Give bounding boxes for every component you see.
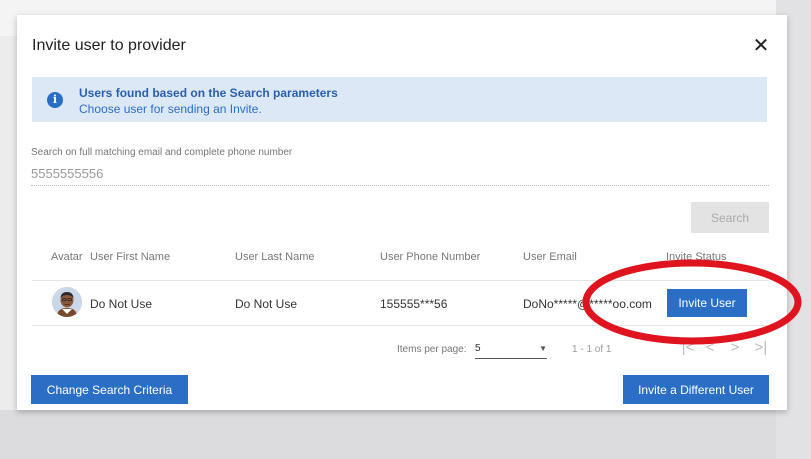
pagination-range: 1 - 1 of 1	[572, 344, 612, 355]
info-banner: i Users found based on the Search parame…	[32, 77, 767, 122]
column-header-invite-status: Invite Status	[666, 251, 727, 263]
column-header-last-name: User Last Name	[235, 251, 315, 263]
avatar	[52, 287, 82, 317]
search-input[interactable]	[31, 161, 769, 186]
backdrop-band	[0, 410, 811, 459]
user-last-name: Do Not Use	[235, 297, 298, 311]
table-divider	[32, 325, 769, 326]
invite-different-user-button[interactable]: Invite a Different User	[623, 375, 769, 404]
search-label: Search on full matching email and comple…	[31, 147, 293, 158]
user-first-name: Do Not Use	[90, 297, 153, 311]
column-header-avatar: Avatar	[51, 251, 83, 263]
close-icon[interactable]: ✕	[750, 35, 772, 57]
column-header-email: User Email	[523, 251, 577, 263]
info-subtitle: Choose user for sending an Invite.	[79, 102, 262, 116]
change-search-criteria-button[interactable]: Change Search Criteria	[31, 375, 188, 404]
invite-user-dialog: Invite user to provider ✕ i Users found …	[17, 15, 787, 410]
next-page-icon[interactable]: >	[726, 339, 744, 356]
first-page-icon[interactable]: |<	[679, 339, 697, 356]
search-button[interactable]: Search	[691, 202, 769, 233]
info-title: Users found based on the Search paramete…	[79, 86, 338, 100]
invite-user-button[interactable]: Invite User	[667, 289, 747, 317]
column-header-first-name: User First Name	[90, 251, 171, 263]
chevron-down-icon: ▼	[539, 344, 547, 353]
info-icon: i	[47, 92, 63, 108]
items-per-page-select[interactable]: 5 ▼	[475, 342, 547, 359]
dialog-title: Invite user to provider	[32, 37, 186, 54]
user-email: DoNo*****@*****oo.com	[523, 297, 652, 311]
items-per-page-value: 5	[475, 343, 481, 354]
avatar-icon	[52, 287, 82, 317]
user-phone: 155555***56	[380, 297, 448, 311]
previous-page-icon[interactable]: <	[701, 339, 719, 356]
last-page-icon[interactable]: >|	[752, 339, 770, 356]
items-per-page-label: Items per page:	[397, 344, 467, 355]
table-divider	[32, 280, 769, 281]
column-header-phone: User Phone Number	[380, 251, 481, 263]
